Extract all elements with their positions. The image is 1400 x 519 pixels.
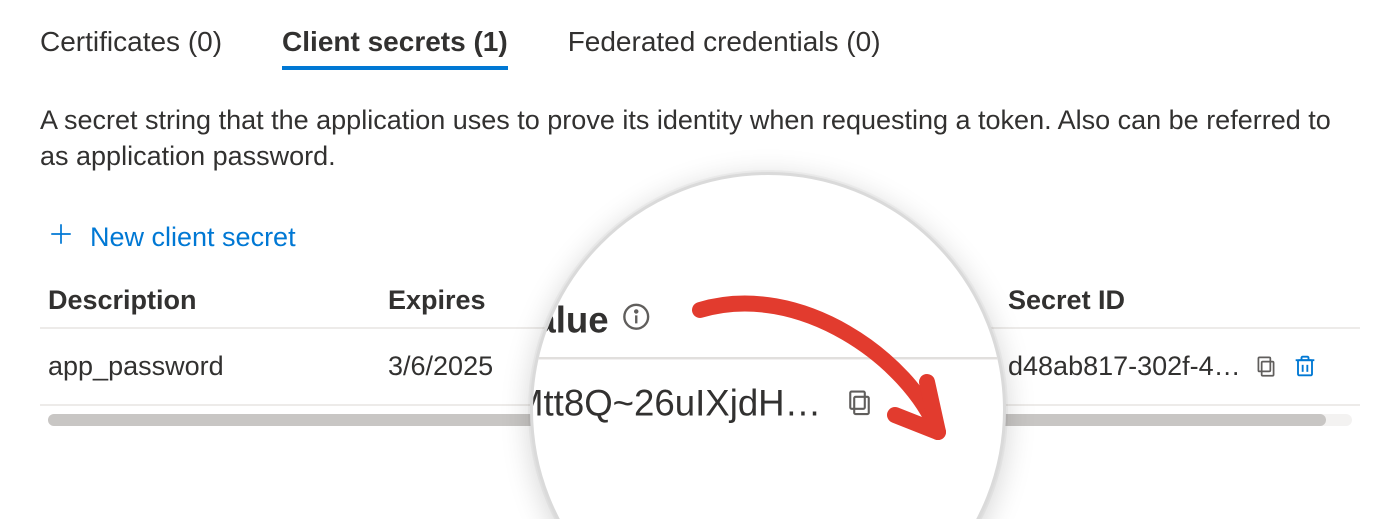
new-client-secret-button[interactable]: New client secret [48, 221, 296, 254]
horizontal-scrollbar[interactable] [48, 414, 1352, 426]
cell-description: app_password [48, 351, 388, 382]
copy-id-button[interactable] [1253, 353, 1279, 379]
table-row: app_password 3/6/2025 Mtt8Q~26uIXjdH… d4… [40, 329, 1360, 406]
tab-federated-credentials[interactable]: Federated credentials (0) [568, 26, 881, 70]
secrets-table: Description Expires Value Secret ID app_… [40, 278, 1360, 406]
plus-icon [48, 221, 74, 254]
tab-client-secrets[interactable]: Client secrets (1) [282, 26, 508, 70]
tabs: Certificates (0) Client secrets (1) Fede… [40, 26, 1360, 66]
tab-certificates[interactable]: Certificates (0) [40, 26, 222, 70]
cell-expires: 3/6/2025 [388, 351, 598, 382]
scrollbar-thumb[interactable] [48, 414, 1326, 426]
column-header-value: Value [598, 284, 1008, 317]
column-header-expires: Expires [388, 284, 598, 317]
cell-value: Mtt8Q~26uIXjdH… [598, 351, 825, 382]
new-client-secret-label: New client secret [90, 222, 296, 253]
section-description: A secret string that the application use… [40, 102, 1360, 175]
info-icon[interactable] [679, 284, 705, 317]
cell-secret-id: d48ab817-302f-4… [1008, 351, 1241, 382]
copy-value-button[interactable] [837, 353, 863, 379]
delete-button[interactable] [1291, 352, 1319, 380]
column-header-secret-id: Secret ID [1008, 284, 1352, 317]
column-header-description: Description [48, 284, 388, 317]
